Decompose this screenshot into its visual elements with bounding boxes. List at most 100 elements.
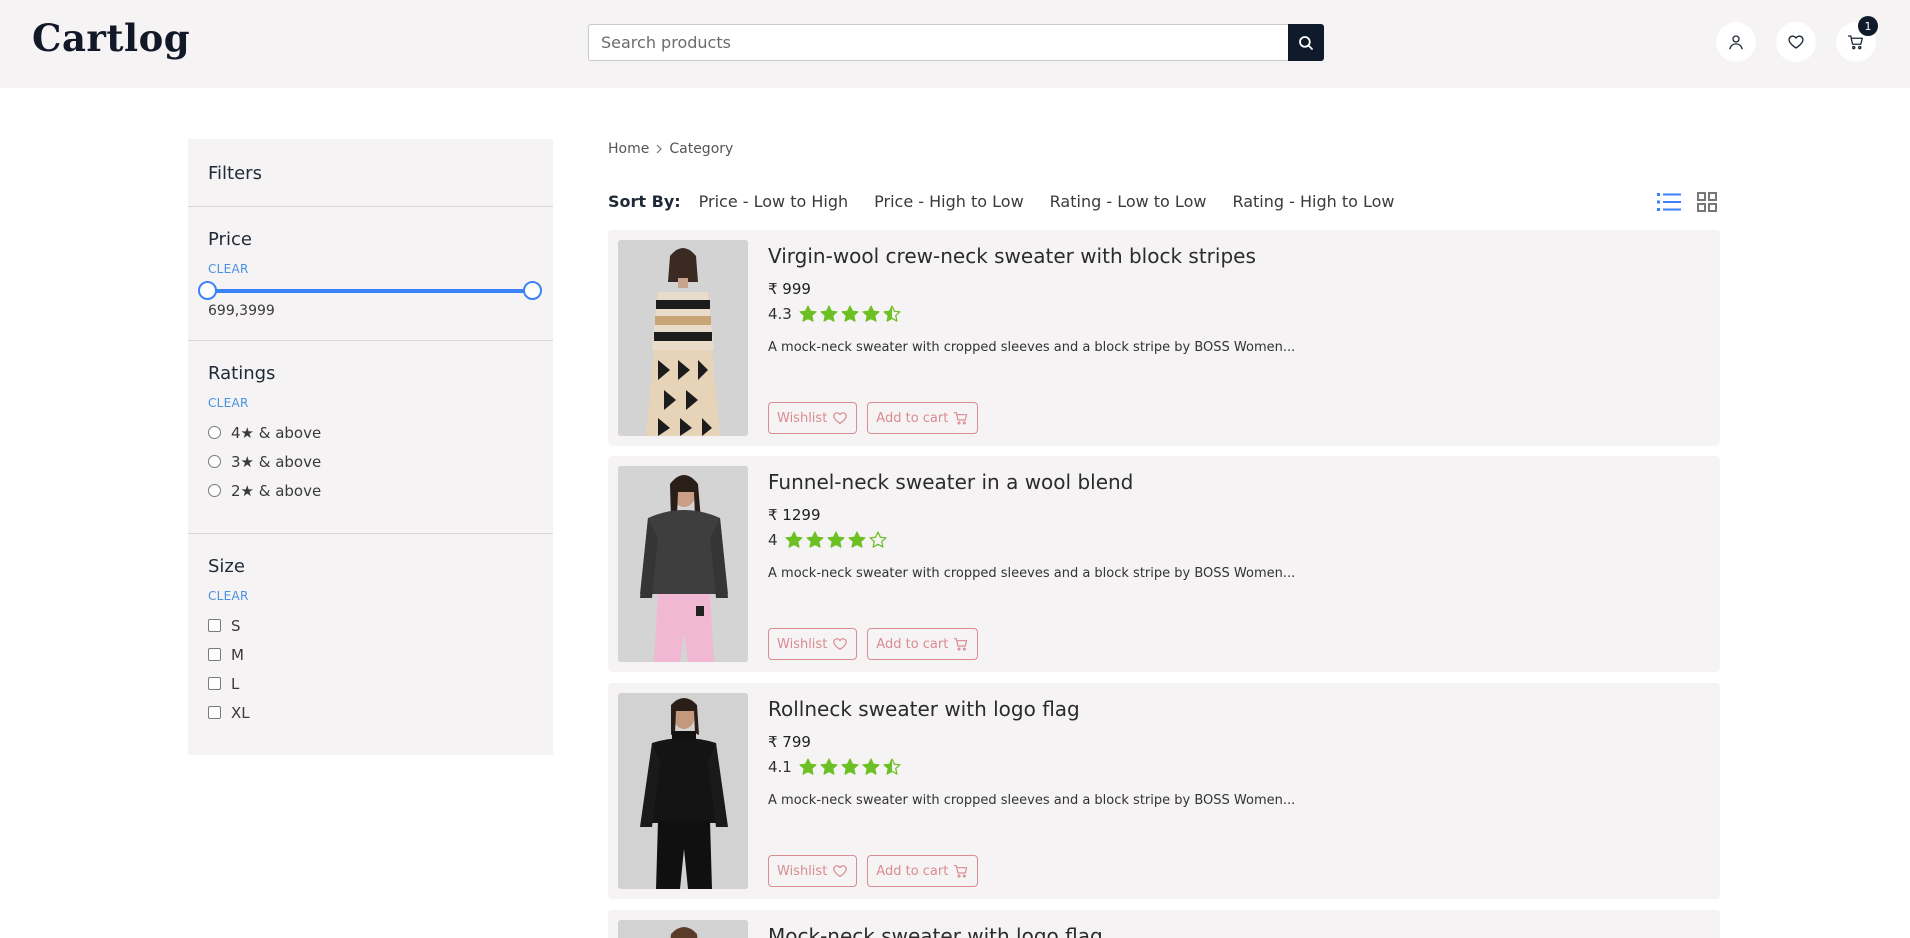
star-rating (798, 757, 902, 777)
user-icon (1729, 35, 1743, 50)
product-rating: 4 (768, 530, 888, 550)
product-description: A mock-neck sweater with cropped sleeves… (768, 340, 1296, 355)
star-icon (869, 531, 887, 548)
list-view-button[interactable] (1656, 190, 1682, 214)
star-icon (799, 758, 817, 775)
heart-icon (833, 865, 848, 877)
size-clear-link[interactable]: CLEAR (208, 589, 249, 603)
search-button[interactable] (1288, 24, 1324, 61)
rating-option-label: 3★ & above (231, 452, 322, 471)
ratings-clear-link[interactable]: CLEAR (208, 396, 249, 410)
size-option-label: XL (231, 703, 250, 722)
sort-bar: Sort By: Price - Low to High Price - Hig… (608, 192, 1420, 211)
star-icon (841, 758, 859, 775)
star-icon (820, 758, 838, 775)
price-slider-max-handle[interactable] (523, 281, 542, 300)
product-card[interactable]: Mock-neck sweater with logo flag (608, 910, 1720, 938)
product-image[interactable] (618, 693, 748, 889)
sort-label: Sort By: (608, 192, 681, 211)
grid-view-icon (1697, 192, 1717, 212)
product-card[interactable]: Virgin-wool crew-neck sweater with block… (608, 230, 1720, 446)
product-description: A mock-neck sweater with cropped sleeves… (768, 566, 1296, 581)
wishlist-button[interactable]: Wishlist (768, 855, 858, 887)
star-icon (820, 305, 838, 322)
breadcrumb-category[interactable]: Category (669, 141, 733, 157)
rating-value: 4.1 (768, 758, 792, 776)
product-card[interactable]: Rollneck sweater with logo flag ₹ 799 4.… (608, 683, 1720, 899)
product-actions: Wishlist Add to cart (768, 628, 979, 660)
rating-option-2[interactable]: 2★ & above (208, 476, 533, 505)
logo[interactable]: Cartlog (32, 16, 190, 60)
add-to-cart-button[interactable]: Add to cart (867, 855, 979, 887)
price-filter: Price CLEAR 699,3999 (188, 207, 553, 341)
product-title[interactable]: Funnel-neck sweater in a wool blend (768, 470, 1133, 494)
cart-icon (954, 638, 968, 651)
star-icon (862, 758, 880, 775)
product-rating: 4.1 (768, 757, 902, 777)
product-card[interactable]: Funnel-neck sweater in a wool blend ₹ 12… (608, 456, 1720, 672)
product-image[interactable] (618, 466, 748, 662)
breadcrumb-home[interactable]: Home (608, 141, 649, 157)
price-slider-min-handle[interactable] (198, 281, 217, 300)
star-icon (841, 305, 859, 322)
rating-option-label: 2★ & above (231, 481, 322, 500)
size-option-m[interactable]: M (208, 640, 533, 669)
wishlist-button[interactable]: Wishlist (768, 628, 858, 660)
size-option-xl[interactable]: XL (208, 698, 533, 727)
heart-icon (1788, 35, 1804, 49)
rating-radio[interactable] (208, 455, 221, 468)
product-image[interactable] (618, 920, 748, 938)
add-to-cart-button[interactable]: Add to cart (867, 628, 979, 660)
rating-radio[interactable] (208, 484, 221, 497)
price-slider[interactable] (198, 281, 542, 301)
product-image[interactable] (618, 240, 748, 436)
product-title[interactable]: Mock-neck sweater with logo flag (768, 924, 1103, 938)
rating-value: 4.3 (768, 305, 792, 323)
filters-panel: Filters Price CLEAR 699,3999 Ratings CLE… (188, 139, 553, 755)
chevron-right-icon (656, 144, 663, 154)
rating-radio[interactable] (208, 426, 221, 439)
sort-rating-high-low[interactable]: Rating - High to Low (1232, 192, 1394, 211)
filters-title: Filters (188, 139, 553, 207)
wishlist-button[interactable]: Wishlist (768, 402, 858, 434)
price-clear-link[interactable]: CLEAR (208, 262, 249, 276)
product-title[interactable]: Virgin-wool crew-neck sweater with block… (768, 244, 1256, 268)
star-icon (799, 305, 817, 322)
account-button[interactable] (1716, 22, 1756, 62)
rating-option-3[interactable]: 3★ & above (208, 447, 533, 476)
product-title[interactable]: Rollneck sweater with logo flag (768, 697, 1080, 721)
product-price: ₹ 999 (768, 280, 811, 298)
price-slider-track (208, 289, 533, 293)
star-rating (784, 530, 888, 550)
star-icon (883, 305, 901, 322)
add-to-cart-button[interactable]: Add to cart (867, 402, 979, 434)
wishlist-header-button[interactable] (1776, 22, 1816, 62)
cart-button[interactable]: 1 (1836, 16, 1878, 62)
add-to-cart-label: Add to cart (876, 863, 949, 879)
rating-value: 4 (768, 531, 778, 549)
wishlist-label: Wishlist (777, 636, 828, 652)
ratings-filter: Ratings CLEAR 4★ & above 3★ & above 2★ &… (188, 341, 553, 534)
wishlist-label: Wishlist (777, 863, 828, 879)
sort-price-low-high[interactable]: Price - Low to High (699, 192, 849, 211)
star-icon (883, 758, 901, 775)
star-icon (848, 531, 866, 548)
size-checkbox[interactable] (208, 619, 221, 632)
star-icon (785, 531, 803, 548)
product-actions: Wishlist Add to cart (768, 855, 979, 887)
heart-icon (833, 638, 848, 650)
grid-view-button[interactable] (1694, 190, 1720, 214)
size-option-s[interactable]: S (208, 611, 533, 640)
sort-price-high-low[interactable]: Price - High to Low (874, 192, 1024, 211)
rating-option-4[interactable]: 4★ & above (208, 418, 533, 447)
search-icon (1299, 35, 1313, 50)
size-checkbox[interactable] (208, 677, 221, 690)
search-input[interactable] (588, 24, 1288, 61)
star-icon (827, 531, 845, 548)
size-option-label: S (231, 616, 241, 635)
header: Cartlog 1 (0, 0, 1910, 88)
size-option-l[interactable]: L (208, 669, 533, 698)
sort-rating-low-low[interactable]: Rating - Low to Low (1050, 192, 1207, 211)
size-checkbox[interactable] (208, 706, 221, 719)
size-checkbox[interactable] (208, 648, 221, 661)
